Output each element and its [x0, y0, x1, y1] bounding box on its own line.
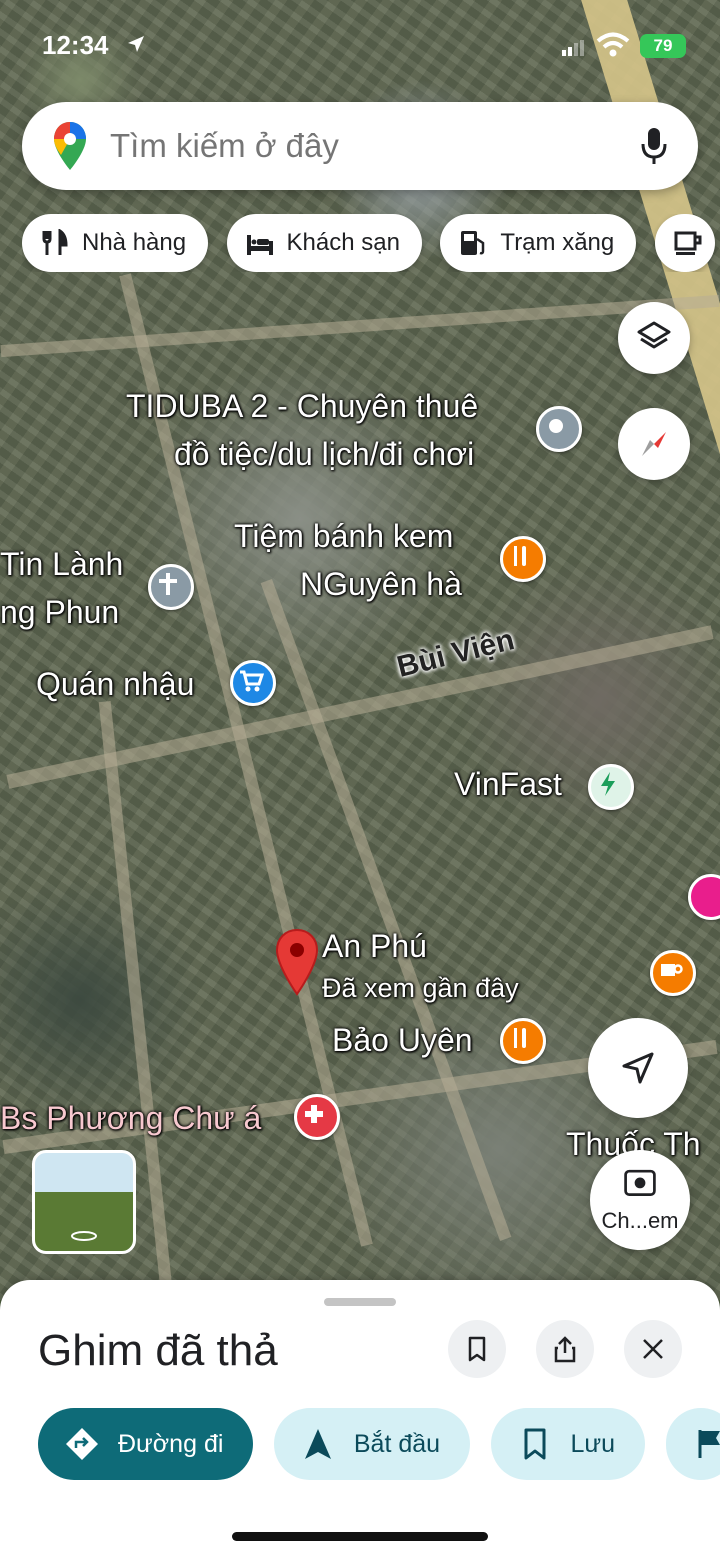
bookmark-icon — [468, 1336, 486, 1362]
street-view-thumbnail[interactable] — [32, 1150, 136, 1254]
close-button[interactable] — [624, 1320, 682, 1378]
compass-button[interactable] — [618, 408, 690, 480]
directions-icon — [66, 1428, 98, 1460]
camera-lens-icon — [624, 1169, 656, 1196]
action-buttons: Đường đi Bắt đầu Lưu — [38, 1408, 720, 1480]
bookmark-icon — [524, 1428, 545, 1460]
label-button[interactable] — [665, 1408, 720, 1480]
wifi-icon — [596, 32, 630, 57]
directions-label: Đường đi — [118, 1430, 224, 1458]
save-label: Lưu — [570, 1430, 616, 1458]
camera-button-label: Ch...em — [601, 1208, 679, 1233]
coffee-icon — [674, 231, 702, 255]
sheet-drag-handle[interactable] — [324, 1298, 396, 1306]
restaurant-icon[interactable] — [500, 536, 546, 582]
search-input[interactable] — [110, 102, 610, 190]
microphone-icon[interactable] — [640, 126, 668, 166]
start-label: Bắt đầu — [353, 1430, 441, 1458]
chip-hotels[interactable]: Khách sạn — [226, 214, 422, 272]
pin-label-an-phu: An Phú — [322, 928, 427, 964]
map-label-bakery[interactable]: NGuyên hà — [300, 564, 462, 604]
navigation-arrow-icon — [622, 1052, 654, 1084]
restaurant-icon[interactable] — [500, 1018, 546, 1064]
flag-icon — [698, 1430, 720, 1458]
map-road — [0, 294, 720, 358]
medical-icon[interactable] — [294, 1094, 340, 1140]
recently-viewed-label: Đã xem gần đây — [322, 973, 519, 1003]
compass-icon — [642, 432, 666, 456]
camera-search-button[interactable]: Ch...em — [590, 1150, 690, 1250]
map-label-vinfast[interactable]: VinFast — [454, 764, 562, 804]
chip-coffee[interactable] — [654, 214, 715, 272]
search-bar[interactable] — [22, 102, 698, 190]
map-layers-button[interactable] — [618, 302, 690, 374]
directions-button[interactable]: Đường đi — [38, 1408, 254, 1480]
navigation-arrow-icon — [304, 1429, 331, 1459]
map-label-bao-uyen[interactable]: Bảo Uyên — [332, 1020, 473, 1060]
my-location-button[interactable] — [588, 1018, 688, 1118]
ev-charging-icon[interactable] — [588, 764, 634, 810]
gas-station-icon — [461, 231, 485, 255]
place-bottom-sheet[interactable]: Ghim đã thả Đường đi Bắt đầu Lưu — [0, 1280, 720, 1559]
share-button[interactable] — [536, 1320, 594, 1378]
close-icon — [643, 1339, 663, 1359]
chip-label: Trạm xăng — [500, 229, 615, 256]
map-label-bs-phuong[interactable]: Bs Phương Chư á — [0, 1098, 261, 1138]
status-time: 12:34 — [42, 30, 109, 60]
coffee-shop-icon[interactable] — [650, 950, 696, 996]
chip-gas-stations[interactable]: Trạm xăng — [440, 214, 637, 272]
share-icon — [554, 1336, 576, 1363]
save-icon-button[interactable] — [448, 1320, 506, 1378]
location-pin-icon[interactable] — [536, 406, 582, 452]
save-button[interactable]: Lưu — [490, 1408, 646, 1480]
layers-icon — [637, 321, 671, 349]
shopping-cart-icon[interactable] — [230, 660, 276, 706]
map-label-tin-lanh[interactable]: ng Phun — [0, 592, 119, 632]
map-label-tiduba[interactable]: TIDUBA 2 - Chuyên thuê — [126, 386, 478, 426]
chip-label: Nhà hàng — [82, 229, 187, 256]
map-label-tiduba[interactable]: đồ tiệc/du lịch/đi chơi — [174, 434, 474, 474]
map-label-quan-nhau[interactable]: Quán nhậu — [36, 664, 194, 704]
chip-label: Khách sạn — [286, 229, 400, 256]
google-maps-logo-icon — [54, 122, 86, 170]
location-services-icon — [128, 36, 144, 52]
start-button[interactable]: Bắt đầu — [273, 1408, 471, 1480]
church-icon[interactable] — [148, 564, 194, 610]
bed-icon — [246, 235, 273, 255]
chip-restaurants[interactable]: Nhà hàng — [22, 214, 209, 272]
home-indicator[interactable] — [232, 1532, 488, 1541]
battery-indicator: 79 — [640, 34, 686, 58]
dropped-pin-icon[interactable] — [274, 928, 320, 998]
cellular-signal-icon — [562, 40, 584, 56]
status-bar: 12:34 79 — [0, 0, 720, 90]
rotate-360-icon — [71, 1231, 97, 1241]
map-label-tin-lanh[interactable]: Tin Lành — [0, 544, 123, 584]
fork-knife-icon — [42, 229, 68, 255]
hotel-icon[interactable] — [688, 874, 720, 920]
map-label-bakery[interactable]: Tiệm bánh kem — [234, 516, 453, 556]
sheet-title: Ghim đã thả — [38, 1326, 278, 1375]
category-chips: Nhà hàng Khách sạn Trạm xăng — [22, 214, 720, 272]
